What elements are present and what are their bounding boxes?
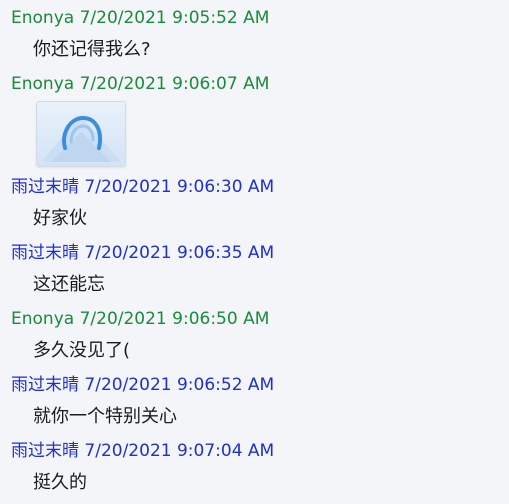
message-header: 雨过末晴 7/20/2021 9:06:35 AM: [11, 242, 274, 264]
message-text: 好家伙: [33, 208, 87, 229]
message-header: 雨过末晴 7/20/2021 9:07:04 AM: [11, 440, 274, 462]
message-header: 雨过末晴 7/20/2021 9:06:52 AM: [11, 374, 274, 396]
message-text: 这还能忘: [33, 274, 105, 295]
message-header: Enonya 7/20/2021 9:05:52 AM: [11, 7, 269, 29]
sticker-image[interactable]: [36, 101, 126, 167]
message-header: 雨过末晴 7/20/2021 9:06:30 AM: [11, 176, 274, 198]
message-timestamp: 7/20/2021 9:07:04 AM: [84, 441, 275, 461]
message-text: 多久没见了(: [33, 340, 131, 361]
message-timestamp: 7/20/2021 9:06:35 AM: [84, 243, 275, 263]
sender-name[interactable]: Enonya: [11, 309, 74, 329]
message-header: Enonya 7/20/2021 9:06:50 AM: [11, 308, 269, 330]
sender-name[interactable]: Enonya: [11, 8, 74, 28]
sender-name[interactable]: 雨过末晴: [11, 441, 79, 461]
message-timestamp: 7/20/2021 9:06:07 AM: [79, 74, 270, 94]
message-timestamp: 7/20/2021 9:06:50 AM: [79, 309, 270, 329]
message-timestamp: 7/20/2021 9:06:52 AM: [84, 375, 275, 395]
message-timestamp: 7/20/2021 9:06:30 AM: [84, 177, 275, 197]
sender-name[interactable]: Enonya: [11, 74, 74, 94]
message-text: 就你一个特别关心: [33, 406, 177, 427]
sticker-image-icon: [37, 102, 125, 166]
sender-name[interactable]: 雨过末晴: [11, 243, 79, 263]
sender-name[interactable]: 雨过末晴: [11, 375, 79, 395]
sender-name[interactable]: 雨过末晴: [11, 177, 79, 197]
message-timestamp: 7/20/2021 9:05:52 AM: [79, 8, 270, 28]
message-text: 你还记得我么?: [33, 39, 151, 60]
message-header: Enonya 7/20/2021 9:06:07 AM: [11, 73, 269, 95]
message-text: 挺久的: [33, 472, 87, 493]
